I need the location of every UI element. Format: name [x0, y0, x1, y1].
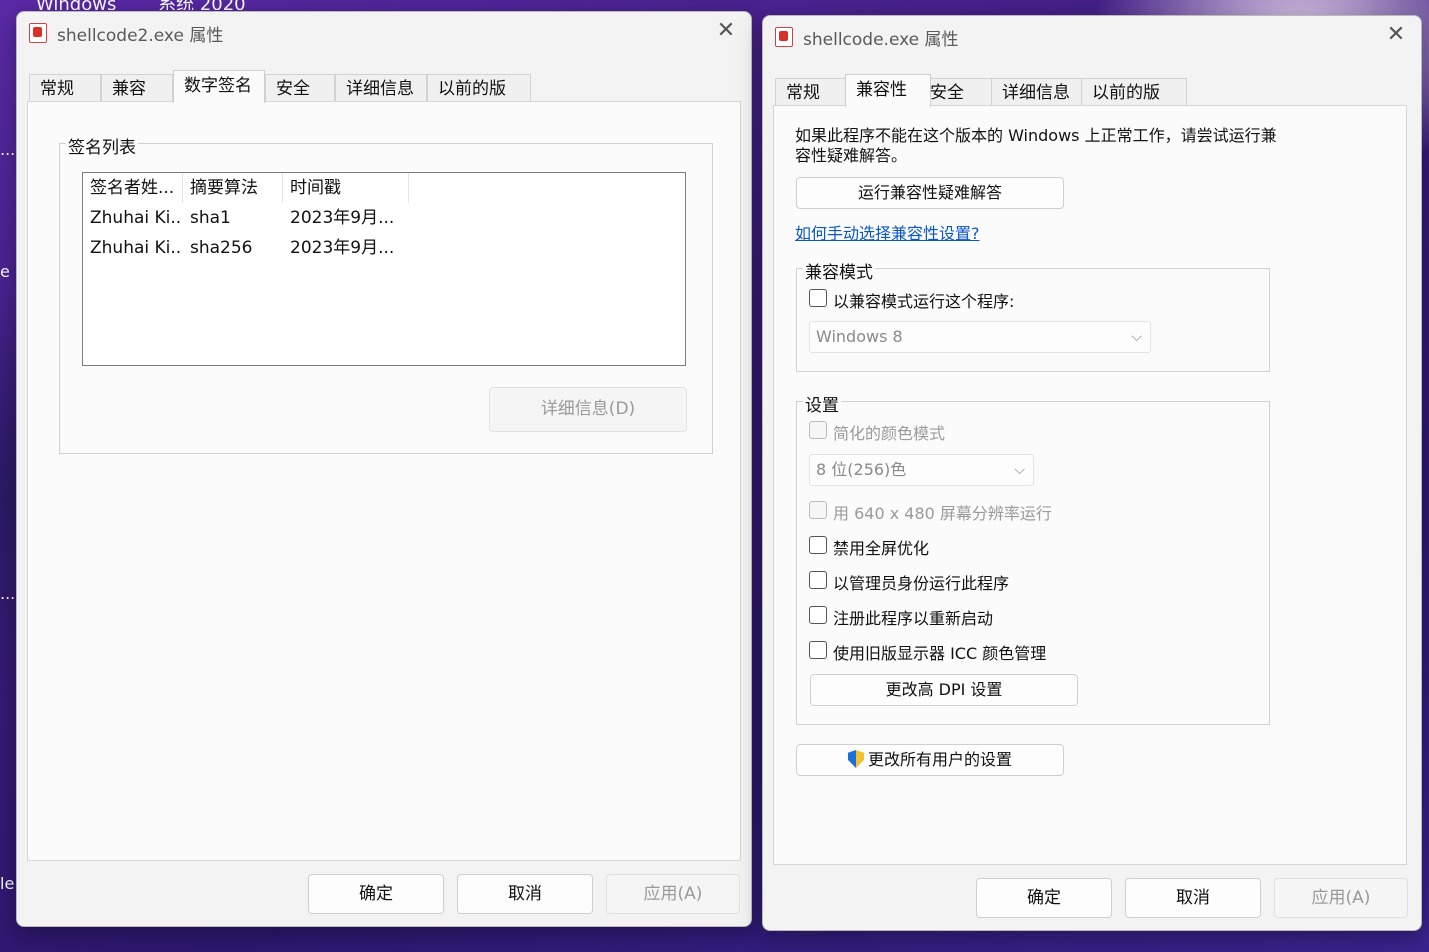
checkbox-label: 禁用全屏优化 — [833, 539, 930, 558]
ok-button[interactable]: 确定 — [308, 874, 444, 914]
title-bar[interactable]: shellcode.exe 属性 ✕ — [763, 16, 1421, 58]
select-value: 8 位(256)色 — [816, 460, 907, 479]
window-title: shellcode2.exe 属性 — [57, 26, 224, 46]
checkbox-box[interactable] — [809, 501, 827, 519]
group-legend: 设置 — [803, 391, 841, 416]
change-all-users-button[interactable]: 更改所有用户的设置 — [796, 744, 1064, 776]
checkbox-label: 以管理员身份运行此程序 — [833, 574, 1010, 593]
manual-settings-link[interactable]: 如何手动选择兼容性设置? — [795, 220, 980, 244]
tab-previous-versions[interactable]: 以前的版本 — [1081, 78, 1187, 131]
desktop-edge-text: ... — [0, 140, 16, 159]
properties-window-shellcode: shellcode.exe 属性 ✕ 常规 兼容性 安全 详细信息 以前的版本 … — [762, 15, 1422, 931]
select-value: Windows 8 — [816, 327, 903, 346]
chevron-down-icon: ⌵ — [1131, 329, 1142, 345]
properties-window-shellcode2: shellcode2.exe 属性 ✕ 常规 兼容性 数字签名 安全 详细信息 … — [16, 11, 752, 927]
ok-button[interactable]: 确定 — [976, 878, 1112, 918]
title-bar[interactable]: shellcode2.exe 属性 ✕ — [17, 12, 751, 54]
checkbox-box[interactable] — [809, 571, 827, 589]
close-icon[interactable]: ✕ — [1385, 24, 1407, 46]
signature-list[interactable]: 签名者姓... 摘要算法 时间戳 Zhuhai Ki... sha1 2023年… — [82, 172, 686, 366]
column-header-signer[interactable]: 签名者姓... — [83, 173, 183, 203]
tab-general[interactable]: 常规 — [775, 78, 847, 106]
desktop-edge-text: le — [0, 874, 15, 893]
file-icon — [775, 27, 793, 47]
checkbox-box[interactable] — [809, 536, 827, 554]
run-troubleshooter-button[interactable]: 运行兼容性疑难解答 — [796, 177, 1064, 209]
list-item[interactable]: Zhuhai Ki... sha256 2023年9月... — [83, 233, 685, 263]
tab-previous-versions[interactable]: 以前的版本 — [427, 74, 531, 127]
checkbox-label: 使用旧版显示器 ICC 颜色管理 — [833, 644, 1047, 663]
tab-compatibility[interactable]: 兼容性 — [845, 74, 931, 107]
shield-icon — [847, 750, 864, 768]
compatibility-panel: 如果此程序不能在这个版本的 Windows 上正常工作，请尝试运行兼 容性疑难解… — [773, 105, 1407, 865]
signer-name: Zhuhai Ki... — [90, 208, 183, 228]
intro-text-line-2: 容性疑难解答。 — [795, 146, 908, 165]
cancel-button[interactable]: 取消 — [1125, 878, 1261, 918]
cancel-button[interactable]: 取消 — [457, 874, 593, 914]
file-icon — [29, 23, 47, 43]
settings-group: 设置 简化的颜色模式 8 位(256)色 ⌵ 用 640 x 480 屏幕分辨率… — [796, 391, 1270, 725]
close-icon[interactable]: ✕ — [715, 20, 737, 42]
column-header-timestamp[interactable]: 时间戳 — [283, 173, 409, 203]
checkbox-label: 用 640 x 480 屏幕分辨率运行 — [833, 504, 1052, 523]
details-button[interactable]: 详细信息(D) — [489, 387, 687, 432]
desktop-top-text-1: Windows — [36, 0, 116, 10]
checkbox-box[interactable] — [809, 641, 827, 659]
tab-compatibility[interactable]: 兼容性 — [101, 74, 173, 127]
digest-algorithm: sha256 — [190, 238, 253, 258]
chevron-down-icon: ⌵ — [1014, 462, 1025, 478]
change-dpi-button[interactable]: 更改高 DPI 设置 — [810, 674, 1078, 706]
apply-button[interactable]: 应用(A) — [1274, 878, 1408, 918]
checkbox-box[interactable] — [809, 289, 827, 307]
tab-details[interactable]: 详细信息 — [335, 74, 427, 102]
signer-name: Zhuhai Ki... — [90, 238, 183, 258]
checkbox-label: 注册此程序以重新启动 — [833, 609, 994, 628]
tab-digital-signatures[interactable]: 数字签名 — [173, 70, 265, 103]
signature-list-group: 签名列表 签名者姓... 摘要算法 时间戳 Zhuhai Ki... sha1 … — [59, 133, 713, 454]
column-header-digest[interactable]: 摘要算法 — [183, 173, 283, 203]
compat-mode-group: 兼容模式 以兼容模式运行这个程序: Windows 8 ⌵ — [796, 258, 1270, 372]
checkbox-box[interactable] — [809, 421, 827, 439]
desktop-edge-text: ... — [0, 584, 16, 603]
digital-signatures-panel: 签名列表 签名者姓... 摘要算法 时间戳 Zhuhai Ki... sha1 … — [27, 101, 741, 861]
list-item[interactable]: Zhuhai Ki... sha1 2023年9月... — [83, 203, 685, 233]
timestamp: 2023年9月... — [290, 238, 395, 258]
window-title: shellcode.exe 属性 — [803, 30, 959, 50]
timestamp: 2023年9月... — [290, 208, 395, 228]
checkbox-label: 简化的颜色模式 — [833, 424, 946, 443]
intro-text-line-1: 如果此程序不能在这个版本的 Windows 上正常工作，请尝试运行兼 — [795, 126, 1277, 145]
checkbox-box[interactable] — [809, 606, 827, 624]
desktop-top-strip: Windows 系统 2020 ... — [0, 0, 260, 10]
list-header: 签名者姓... 摘要算法 时间戳 — [83, 173, 685, 203]
desktop-edge-text: e — [0, 262, 10, 281]
os-version-select[interactable]: Windows 8 ⌵ — [809, 321, 1151, 353]
group-legend: 签名列表 — [66, 133, 138, 158]
color-mode-select[interactable]: 8 位(256)色 ⌵ — [809, 454, 1034, 486]
group-legend: 兼容模式 — [803, 258, 875, 283]
checkbox-label: 以兼容模式运行这个程序: — [833, 292, 1015, 311]
digest-algorithm: sha1 — [190, 208, 231, 228]
tab-general[interactable]: 常规 — [29, 74, 101, 102]
button-label: 更改所有用户的设置 — [867, 750, 1012, 769]
tab-security[interactable]: 安全 — [265, 74, 335, 102]
apply-button[interactable]: 应用(A) — [606, 874, 740, 914]
tab-details[interactable]: 详细信息 — [991, 78, 1083, 106]
